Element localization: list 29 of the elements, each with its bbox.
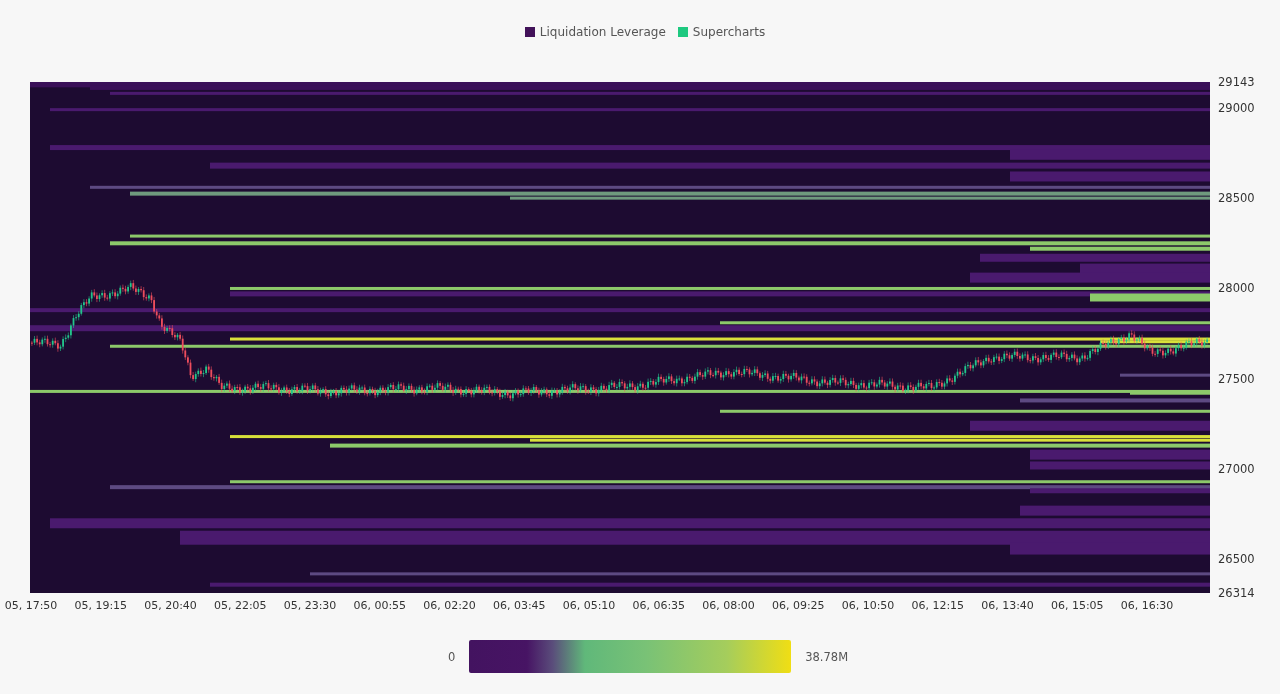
x-axis-label: 06, 02:20 bbox=[423, 599, 476, 612]
x-axis-label: 05, 23:30 bbox=[283, 599, 337, 612]
y-axis-label: 28500 bbox=[1218, 191, 1255, 206]
x-axis-label: 06, 15:05 bbox=[1050, 599, 1104, 612]
x-axis-label: 06, 06:35 bbox=[632, 599, 686, 612]
y-axis-label: 26500 bbox=[1218, 552, 1255, 567]
y-axis-label: 26314 bbox=[1218, 586, 1255, 600]
x-axis-label: 06, 10:50 bbox=[841, 599, 895, 612]
x-axis-label: 06, 12:15 bbox=[911, 599, 965, 612]
y-axis-label: 29000 bbox=[1218, 100, 1255, 115]
y-axis-label: 28000 bbox=[1218, 281, 1255, 296]
color-scale-label: 38.78M bbox=[805, 649, 849, 664]
y-axis-label: 27500 bbox=[1218, 371, 1255, 386]
x-axis-label: 05, 17:50 bbox=[4, 599, 58, 612]
legend-label[interactable]: Supercharts bbox=[692, 25, 766, 39]
x-axis-label: 06, 13:40 bbox=[981, 599, 1034, 612]
x-axis-label: 05, 19:15 bbox=[74, 599, 128, 612]
x-axis-label: 06, 03:45 bbox=[492, 599, 546, 612]
x-axis-label: 05, 22:05 bbox=[213, 599, 267, 612]
x-axis-label: 05, 20:40 bbox=[144, 599, 197, 612]
x-axis-label: 06, 00:55 bbox=[353, 599, 407, 612]
y-axis-label: 27000 bbox=[1218, 462, 1255, 477]
x-axis-label: 06, 05:10 bbox=[562, 599, 616, 612]
legend-label[interactable]: Liquidation Leverage bbox=[539, 25, 666, 39]
y-axis-label: 29143 bbox=[1218, 75, 1255, 89]
x-axis-label: 06, 09:25 bbox=[771, 599, 825, 612]
x-axis-label: 06, 08:00 bbox=[702, 599, 755, 612]
x-axis-label: 06, 16:30 bbox=[1120, 599, 1174, 612]
color-scale-label: 0 bbox=[447, 649, 456, 664]
